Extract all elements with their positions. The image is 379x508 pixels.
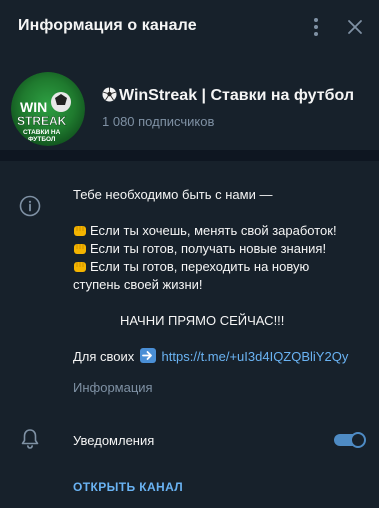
page-title: Информация о канале bbox=[18, 17, 197, 34]
subscriber-count: 1 080 подписчиков bbox=[102, 114, 215, 129]
channel-name-text: WinStreak | Ставки на футбол bbox=[119, 87, 355, 104]
notifications-toggle[interactable] bbox=[334, 432, 366, 448]
header: Информация о канале bbox=[0, 0, 379, 56]
avatar-text-streak: STREAK bbox=[17, 114, 67, 128]
close-icon[interactable] bbox=[342, 15, 368, 41]
more-vertical-icon[interactable] bbox=[304, 14, 328, 42]
info-label: Информация bbox=[73, 380, 153, 395]
section-divider bbox=[0, 150, 379, 161]
fist-emoji-icon bbox=[73, 259, 88, 273]
avatar-text-football: ФУТБОЛ bbox=[28, 136, 56, 143]
description-line: ступень своей жизни! bbox=[73, 277, 203, 292]
notifications-label: Уведомления bbox=[73, 433, 155, 448]
channel-description: Тебе необходимо быть с нами — Если ты хо… bbox=[73, 186, 369, 366]
description-line: Тебе необходимо быть с нами — bbox=[73, 187, 273, 202]
toggle-knob bbox=[350, 432, 366, 448]
description-line: Если ты готов, получать новые знания! bbox=[73, 240, 369, 258]
info-icon bbox=[19, 195, 41, 217]
channel-profile: WIN STREAK СТАВКИ НА ФУТБОЛ WinStreak | … bbox=[0, 56, 379, 148]
description-line: Если ты хочешь, менять свой заработок! bbox=[73, 222, 369, 240]
invite-link[interactable]: https://t.me/+uI3d4IQZQBliY2Qy bbox=[162, 349, 349, 364]
description-line: НАЧНИ ПРЯМО СЕЙЧАС!!! bbox=[120, 313, 285, 328]
fist-emoji-icon bbox=[73, 223, 88, 237]
avatar-text-bets: СТАВКИ НА bbox=[23, 129, 61, 136]
fist-emoji-icon bbox=[73, 241, 88, 255]
arrow-right-icon bbox=[139, 348, 156, 363]
description-line: Если ты готов, переходить на новую bbox=[73, 258, 369, 276]
avatar-text-win: WIN bbox=[20, 99, 47, 115]
description-link-line: Для своих https://t.me/+uI3d4IQZQBliY2Qy bbox=[73, 348, 349, 364]
soccer-ball-icon bbox=[102, 87, 117, 102]
channel-name: WinStreak | Ставки на футбол bbox=[102, 87, 354, 105]
open-channel-button[interactable]: ОТКРЫТЬ КАНАЛ bbox=[73, 480, 183, 494]
bell-icon bbox=[20, 428, 40, 450]
avatar[interactable]: WIN STREAK СТАВКИ НА ФУТБОЛ bbox=[11, 72, 85, 146]
